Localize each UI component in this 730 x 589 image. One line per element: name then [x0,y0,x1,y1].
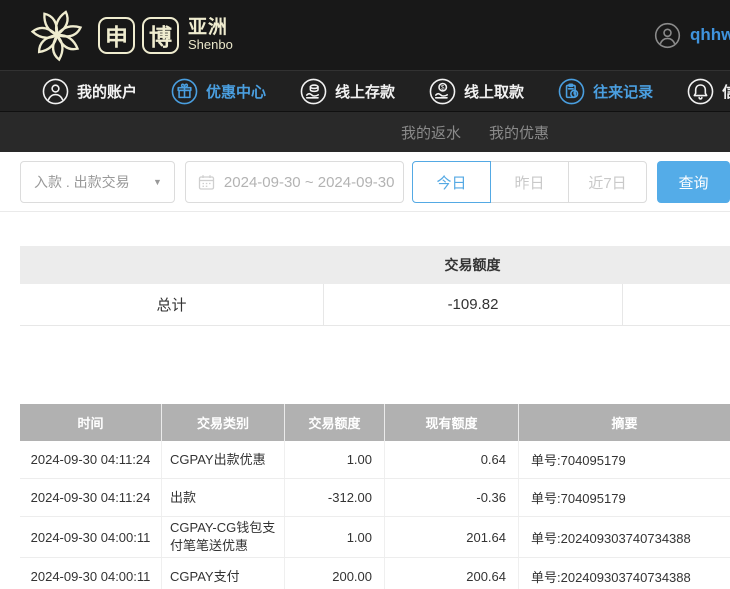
summary-total-row: 总计 -109.82 [20,284,730,326]
column-header: 现有额度 [384,404,518,441]
column-header: 交易额度 [284,404,384,441]
summary-total-label: 总计 [20,284,323,325]
user-box[interactable]: qhhw [654,0,730,70]
sub-nav: 我的返水 我的优惠 [0,112,730,152]
nav-item-promotions[interactable]: 优惠中心 [171,78,266,105]
cell-type: 出款 [161,479,284,516]
table-row: 2024-09-30 04:11:24 出款 -312.00 -0.36 单号:… [20,479,730,517]
cell-balance: 201.64 [384,517,518,557]
cell-balance: -0.36 [384,479,518,516]
subnav-item-promotions[interactable]: 我的优惠 [489,122,549,143]
cell-balance: 200.64 [384,558,518,589]
cell-time: 2024-09-30 04:11:24 [20,441,161,478]
cell-type: CGPAY出款优惠 [161,441,284,478]
column-header: 摘要 [518,404,730,441]
logo-region: 亚洲 [188,18,233,38]
transactions-body: 2024-09-30 04:11:24 CGPAY出款优惠 1.00 0.64 … [20,441,730,589]
nav-item-deposit[interactable]: 线上存款 [300,78,395,105]
date-range-input[interactable]: 2024-09-30 ~ 2024-09-30 [185,161,404,203]
cell-summary: 单号:202409303740734388 [518,517,730,557]
cell-time: 2024-09-30 04:00:11 [20,517,161,557]
summary-header-row: 交易额度 [20,246,730,284]
chevron-down-icon: ▼ [153,177,162,187]
cell-time: 2024-09-30 04:11:24 [20,479,161,516]
cell-summary: 单号:704095179 [518,441,730,478]
filter-bar: 入款 . 出款交易 ▼ 2024-09-30 ~ 2024-09-30 今日 昨… [0,152,730,212]
logo-subtitle: Shenbo [188,38,233,52]
table-row: 2024-09-30 04:11:24 CGPAY出款优惠 1.00 0.64 … [20,441,730,479]
table-row: 2024-09-30 04:00:11 CGPAY支付 200.00 200.6… [20,558,730,589]
nav-item-messages[interactable]: 信息 [687,78,730,105]
cell-summary: 单号:202409303740734388 [518,558,730,589]
cell-time: 2024-09-30 04:00:11 [20,558,161,589]
nav-item-records[interactable]: 往来记录 [558,78,653,105]
bell-icon [687,78,714,105]
user-avatar-icon [654,22,681,49]
cell-amount: -312.00 [284,479,384,516]
transactions-table: 时间交易类别交易额度现有额度摘要 2024-09-30 04:11:24 CGP… [20,404,730,589]
transactions-header-row: 时间交易类别交易额度现有额度摘要 [20,404,730,441]
quick-range-button[interactable]: 近7日 [568,161,647,203]
date-range-value: 2024-09-30 ~ 2024-09-30 [224,174,395,191]
page: 申 博 亚洲 Shenbo qhhw 我的账户 优惠中心 线上存款 $ 线上取款 [0,0,730,589]
calendar-icon [198,174,215,191]
cell-summary: 单号:704095179 [518,479,730,516]
cell-amount: 1.00 [284,441,384,478]
cell-balance: 0.64 [384,441,518,478]
subnav-item-rebates[interactable]: 我的返水 [401,122,461,143]
cell-amount: 1.00 [284,517,384,557]
column-header: 交易类别 [161,404,284,441]
withdraw-icon: $ [429,78,456,105]
transaction-type-select[interactable]: 入款 . 出款交易 ▼ [20,161,175,203]
cell-type: CGPAY支付 [161,558,284,589]
nav-item-account[interactable]: 我的账户 [42,78,137,105]
username[interactable]: qhhw [690,25,730,45]
user-icon [42,78,69,105]
search-button[interactable]: 查询 [657,161,730,203]
summary-column-header: 交易额度 [323,255,622,275]
quick-range-group: 今日 昨日 近7日 [412,161,647,203]
brand-logo[interactable]: 申 博 亚洲 Shenbo [28,6,233,64]
flower-icon [28,6,86,64]
logo-char-bo: 博 [142,17,179,54]
records-icon [558,78,585,105]
quick-range-button[interactable]: 今日 [412,161,491,203]
logo-char-shen: 申 [98,17,135,54]
table-row: 2024-09-30 04:00:11 CGPAY-CG钱包支付笔笔送优惠 1.… [20,517,730,558]
gift-icon [171,78,198,105]
quick-range-button[interactable]: 昨日 [490,161,569,203]
transaction-type-value: 入款 . 出款交易 [34,172,130,192]
top-header: 申 博 亚洲 Shenbo qhhw [0,0,730,70]
cell-amount: 200.00 [284,558,384,589]
summary-table: 交易额度 总计 -109.82 [20,246,730,326]
deposit-icon [300,78,327,105]
column-header: 时间 [20,404,161,441]
cell-type: CGPAY-CG钱包支付笔笔送优惠 [161,517,284,557]
nav-item-withdraw[interactable]: $ 线上取款 [429,78,524,105]
summary-empty-cell [622,284,730,325]
main-nav: 我的账户 优惠中心 线上存款 $ 线上取款 往来记录 信息 [0,70,730,112]
summary-total-value: -109.82 [323,284,622,325]
